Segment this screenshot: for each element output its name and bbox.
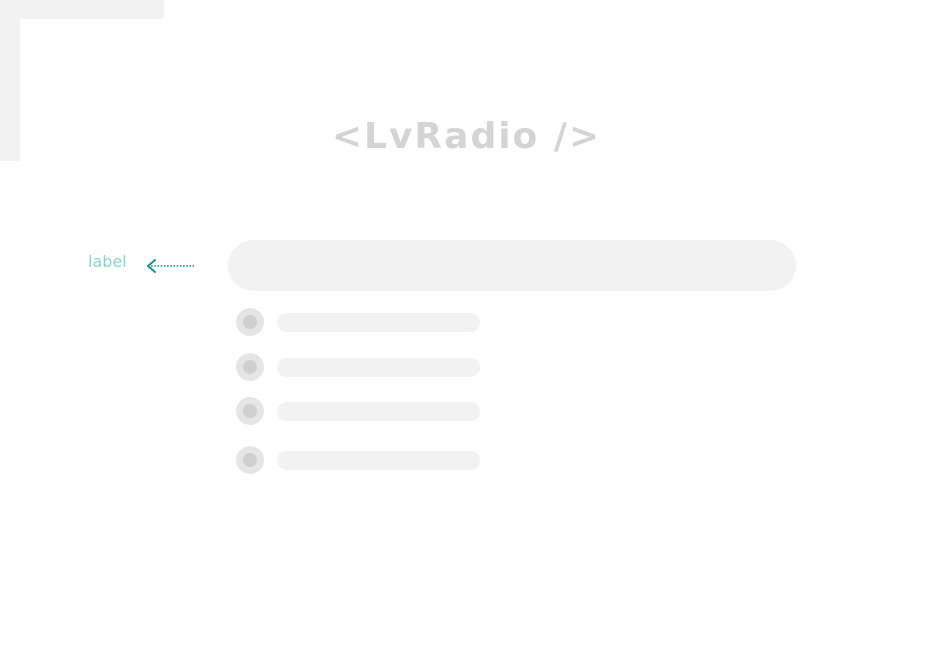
component-title: <LvRadio /> xyxy=(331,116,602,157)
radio-option-label-placeholder xyxy=(277,451,480,470)
radio-option-label-placeholder xyxy=(277,313,480,332)
radio-button-icon[interactable] xyxy=(236,308,264,336)
radio-button-icon[interactable] xyxy=(236,353,264,381)
pointer-arrow-icon xyxy=(147,259,194,273)
radio-option[interactable] xyxy=(236,353,496,381)
label-annotation: label xyxy=(88,252,127,271)
radio-dot xyxy=(243,315,257,329)
radio-dot xyxy=(243,360,257,374)
radio-option[interactable] xyxy=(236,397,496,425)
radio-button-icon[interactable] xyxy=(236,397,264,425)
radio-button-icon[interactable] xyxy=(236,446,264,474)
radio-option-label-placeholder xyxy=(277,402,480,421)
radio-dot xyxy=(243,404,257,418)
radio-option[interactable] xyxy=(236,308,496,336)
radio-dot xyxy=(243,453,257,467)
radio-group-label-placeholder xyxy=(228,240,796,291)
decorative-corner-top xyxy=(0,0,164,19)
radio-option-label-placeholder xyxy=(277,358,480,377)
radio-option[interactable] xyxy=(236,446,496,474)
